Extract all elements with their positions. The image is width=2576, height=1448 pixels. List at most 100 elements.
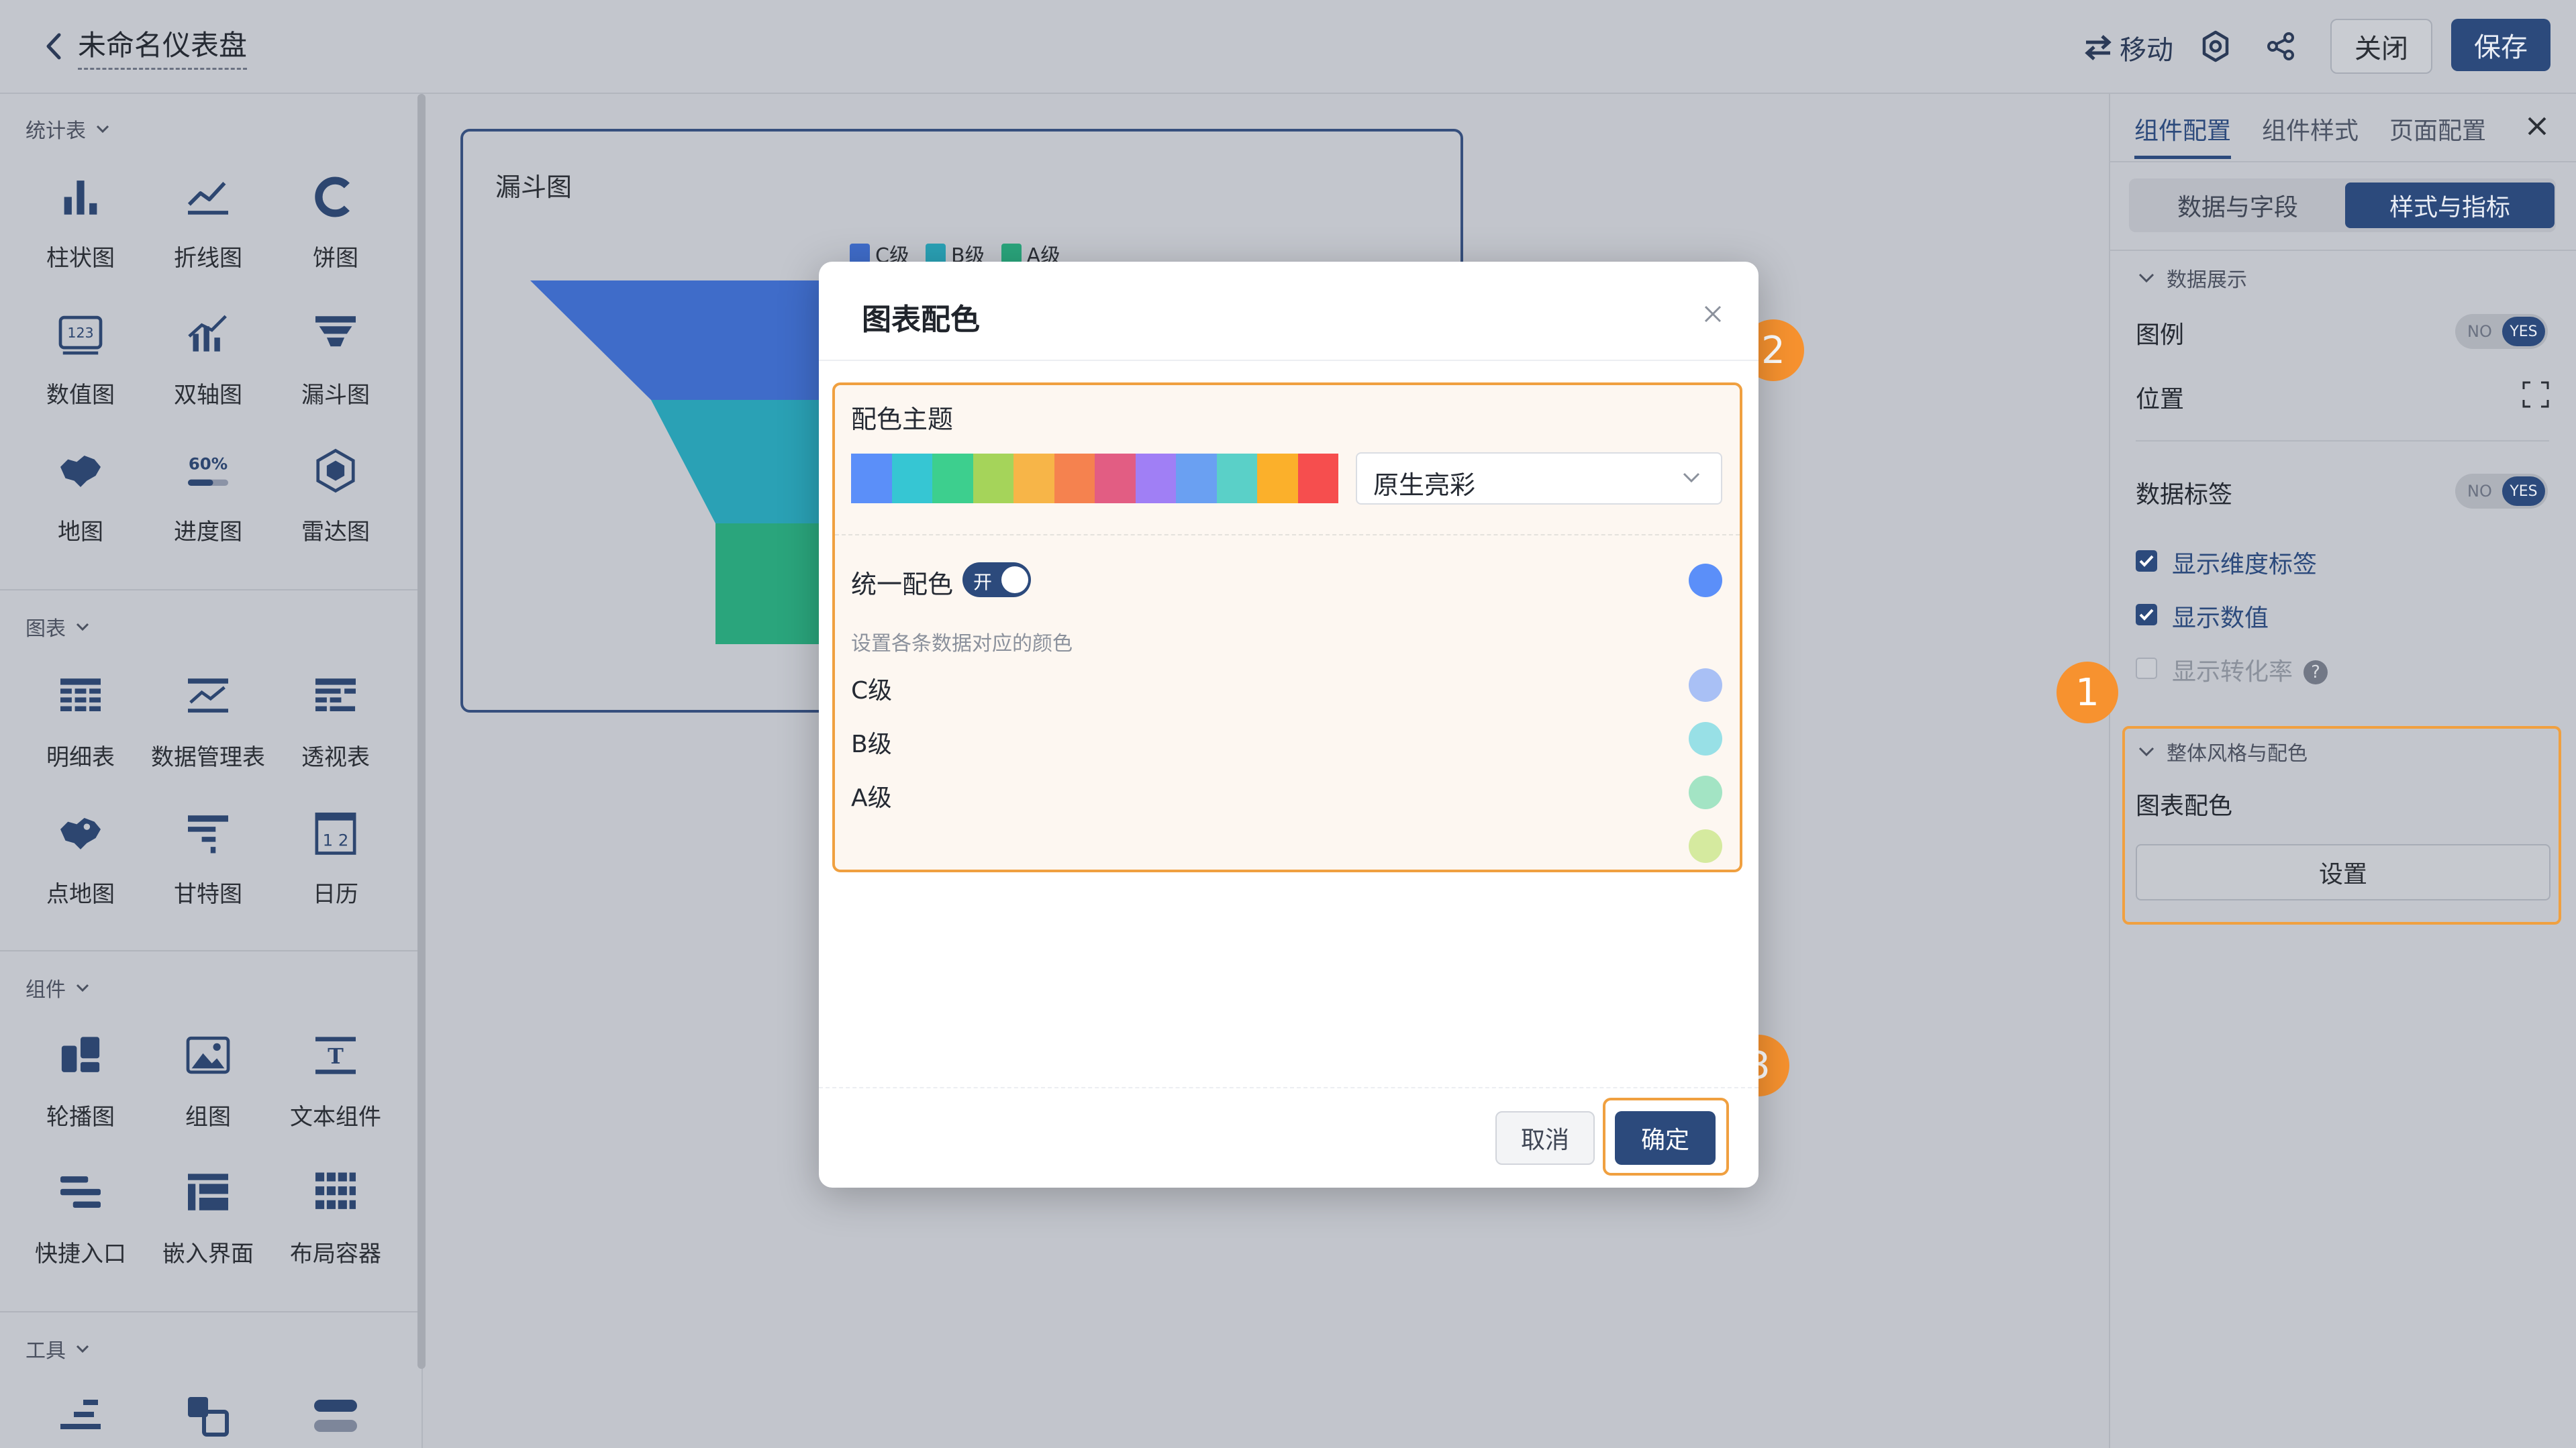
series-color-picker-extra[interactable]	[1689, 829, 1722, 863]
section-header-tools[interactable]: 工具	[26, 1334, 90, 1363]
component-item-radar-chart[interactable]: 雷达图	[275, 432, 396, 546]
component-item-image-group[interactable]: 组图	[148, 1017, 268, 1131]
show-dimension-checkbox[interactable]	[2136, 550, 2157, 572]
component-label: 组图	[185, 1104, 231, 1131]
series-color-picker-c[interactable]	[1689, 668, 1722, 702]
gantt-chart-icon	[188, 815, 228, 854]
series-color-picker-b[interactable]	[1689, 722, 1722, 756]
theme-swatch	[973, 454, 1013, 503]
chevron-down-icon	[1683, 472, 1700, 483]
show-conversion-checkbox[interactable]	[2136, 658, 2157, 679]
section-header-charts[interactable]: 图表	[26, 612, 90, 641]
component-item-funnel-chart[interactable]: 漏斗图	[275, 295, 396, 409]
toggle-yes-knob: YES	[2502, 317, 2545, 346]
component-item-data-table[interactable]: 数据管理表	[148, 658, 268, 772]
dot-map-icon	[60, 818, 101, 849]
shortcut-icon	[60, 1176, 101, 1208]
embed-icon	[188, 1174, 228, 1210]
panel-divider	[2136, 440, 2549, 442]
component-item-dot-map[interactable]: 点地图	[20, 794, 141, 909]
help-icon[interactable]: ?	[2303, 660, 2328, 684]
chevron-down-icon	[76, 1345, 89, 1353]
pie-chart-icon	[315, 176, 350, 217]
component-item-line-chart[interactable]: 折线图	[148, 158, 268, 272]
move-button[interactable]: 移动	[2083, 28, 2173, 67]
component-label: 双轴图	[174, 382, 242, 409]
theme-swatch	[1054, 454, 1095, 503]
component-item-bar-chart[interactable]: 柱状图	[20, 158, 141, 272]
component-item-layout-container[interactable]: 布局容器	[275, 1154, 396, 1268]
data-display-title: 数据展示	[2167, 268, 2247, 292]
section-header-components[interactable]: 组件	[26, 973, 90, 1002]
save-button[interactable]: 保存	[2451, 19, 2550, 71]
tool-layers-icon[interactable]	[181, 1389, 235, 1443]
component-item-embed[interactable]: 嵌入界面	[148, 1154, 268, 1268]
share-icon[interactable]	[2265, 30, 2298, 63]
show-conversion-label[interactable]: 显示转化率	[2172, 652, 2293, 687]
line-chart-icon	[187, 181, 228, 215]
tool-switch-icon[interactable]	[309, 1389, 362, 1443]
cancel-button[interactable]: 取消	[1495, 1111, 1595, 1165]
bar-chart-icon	[64, 180, 97, 215]
tab-component-config[interactable]: 组件配置	[2134, 111, 2231, 146]
position-picker-icon[interactable]	[2521, 380, 2550, 409]
funnel-chart-icon	[315, 316, 356, 347]
component-item-detail-table[interactable]: 明细表	[20, 658, 141, 772]
component-item-gantt-chart[interactable]: 甘特图	[148, 794, 268, 909]
check-icon	[2139, 609, 2154, 621]
tab-component-style[interactable]: 组件样式	[2262, 111, 2359, 146]
series-color-picker-a[interactable]	[1689, 776, 1722, 809]
confirm-button[interactable]: 确定	[1615, 1111, 1716, 1165]
close-icon[interactable]	[1702, 303, 1724, 325]
component-label: 嵌入界面	[162, 1241, 254, 1268]
chevron-down-icon	[76, 984, 89, 992]
map-icon	[60, 456, 101, 487]
component-label: 甘特图	[174, 881, 242, 908]
tool-step-icon[interactable]	[54, 1389, 107, 1443]
chart-color-setup-button[interactable]: 设置	[2136, 844, 2550, 900]
legend-swatch	[850, 244, 870, 264]
style-section-header[interactable]: 整体风格与配色	[2137, 737, 2308, 766]
component-item-pie-chart[interactable]: 饼图	[275, 158, 396, 272]
data-display-header[interactable]: 数据展示	[2137, 263, 2247, 293]
top-bar	[0, 0, 2576, 94]
check-icon	[2139, 555, 2154, 567]
unify-color-picker[interactable]	[1689, 564, 1722, 597]
component-item-number-chart[interactable]: 123 数值图	[20, 295, 141, 409]
data-label-toggle[interactable]: NO YES	[2455, 474, 2548, 509]
section-header-stats[interactable]: 统计表	[26, 114, 110, 144]
show-value-label[interactable]: 显示数值	[2172, 599, 2269, 633]
show-value-checkbox[interactable]	[2136, 604, 2157, 625]
component-item-calendar[interactable]: 1 2 日历	[275, 794, 396, 909]
svg-text:1 2: 1 2	[323, 830, 349, 849]
component-item-pivot-table[interactable]: 透视表	[275, 658, 396, 772]
back-arrow-icon[interactable]	[40, 30, 67, 63]
component-label: 数据管理表	[151, 744, 265, 771]
toggle-no-text: NO	[2467, 482, 2492, 501]
segment-data-fields[interactable]: 数据与字段	[2133, 183, 2342, 228]
tab-page-config[interactable]: 页面配置	[2389, 111, 2486, 146]
carousel-icon	[61, 1037, 100, 1072]
theme-color-swatches	[851, 454, 1338, 503]
component-item-carousel[interactable]: 轮播图	[20, 1017, 141, 1131]
component-item-shortcut[interactable]: 快捷入口	[20, 1154, 141, 1268]
gear-icon[interactable]	[2199, 30, 2232, 63]
component-label: 轮播图	[46, 1104, 115, 1131]
show-dimension-label[interactable]: 显示维度标签	[2172, 545, 2317, 580]
close-icon[interactable]	[2524, 113, 2550, 140]
funnel-segment-b	[651, 400, 832, 523]
component-item-text-component[interactable]: T 文本组件	[275, 1017, 396, 1131]
pivot-table-icon	[315, 678, 356, 711]
sidebar-scrollbar[interactable]	[417, 94, 426, 1369]
legend-toggle[interactable]: NO YES	[2455, 314, 2548, 349]
component-label: 数值图	[46, 382, 115, 409]
component-item-progress-chart[interactable]: 60% 进度图	[148, 432, 268, 546]
component-item-map[interactable]: 地图	[20, 432, 141, 546]
series-color-hint: 设置各条数据对应的颜色	[851, 632, 1073, 656]
close-button[interactable]: 关闭	[2330, 19, 2432, 74]
dashboard-title[interactable]: 未命名仪表盘	[78, 23, 248, 70]
component-label: 饼图	[313, 245, 358, 272]
component-label: 明细表	[46, 744, 115, 771]
component-item-dual-axis-chart[interactable]: 双轴图	[148, 295, 268, 409]
segment-style-metrics[interactable]: 样式与指标	[2345, 183, 2555, 228]
